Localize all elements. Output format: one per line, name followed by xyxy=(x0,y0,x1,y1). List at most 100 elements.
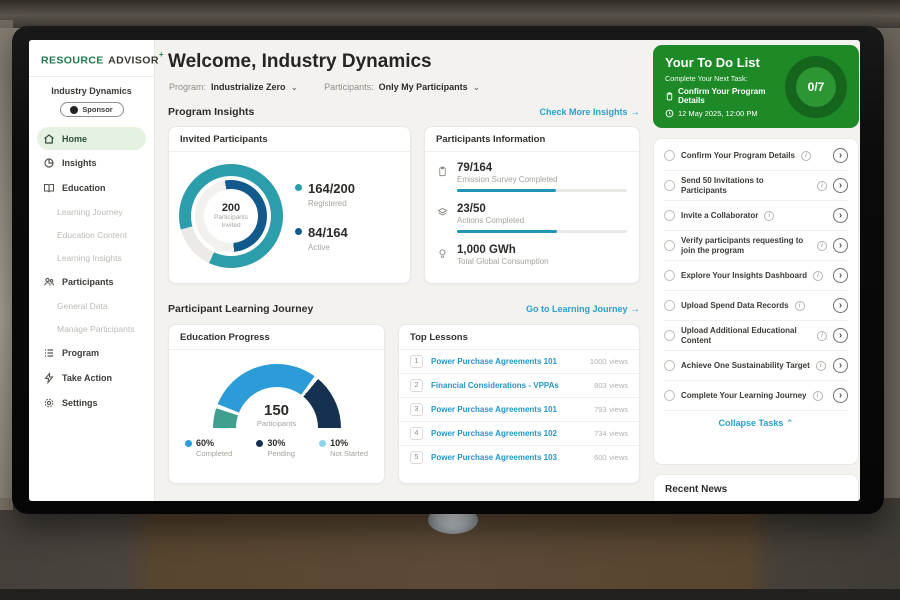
sponsor-badge[interactable]: Sponsor xyxy=(60,102,124,117)
task-checkbox[interactable] xyxy=(664,360,675,371)
chevron-right-icon[interactable]: › xyxy=(833,388,848,403)
task-checkbox[interactable] xyxy=(664,210,675,221)
task-checkbox[interactable] xyxy=(664,180,675,191)
light-dot-icon xyxy=(319,440,326,447)
info-icon[interactable]: i xyxy=(817,181,827,191)
task-label: Upload Spend Data Records xyxy=(681,301,789,311)
task-checkbox[interactable] xyxy=(664,270,675,281)
page-title: Welcome, Industry Dynamics xyxy=(168,51,432,73)
views-label: views xyxy=(609,453,628,462)
legend-item-registered: 164/200 Registered xyxy=(295,180,355,208)
task-checkbox[interactable] xyxy=(664,300,675,311)
lesson-title-link[interactable]: Power Purchase Agreements 102 xyxy=(431,429,586,438)
todo-subtitle: Complete Your Next Task: xyxy=(665,74,785,83)
sidebar-item-learning-insights[interactable]: Learning Insights xyxy=(29,246,154,269)
lesson-title-link[interactable]: Financial Considerations - VPPAs xyxy=(431,381,586,390)
gauge-center-label: Participants xyxy=(213,419,341,428)
chevron-right-icon[interactable]: › xyxy=(833,178,848,193)
lesson-title-link[interactable]: Power Purchase Agreements 101 xyxy=(431,405,586,414)
stat-label: Actions Completed xyxy=(457,216,627,225)
chevron-right-icon[interactable]: › xyxy=(833,208,848,223)
gauge-center-value: 150 xyxy=(213,402,341,419)
sidebar-item-learning-journey[interactable]: Learning Journey xyxy=(29,200,154,223)
task-row[interactable]: Complete Your Learning Journey i › xyxy=(664,381,848,411)
info-icon[interactable]: i xyxy=(816,361,826,371)
education-legend: 60% Completed 30% Pending 10% Not Starte… xyxy=(179,428,374,458)
sidebar-item-participants[interactable]: Participants xyxy=(29,269,154,294)
task-checkbox[interactable] xyxy=(664,240,675,251)
info-icon[interactable]: i xyxy=(817,331,827,341)
chevron-down-icon[interactable]: ⌄ xyxy=(473,84,481,90)
lesson-title-link[interactable]: Power Purchase Agreements 101 xyxy=(431,357,582,366)
participants-filter-label: Participants: xyxy=(324,82,374,92)
legend-label: Active xyxy=(308,243,348,252)
sidebar-item-label: Education Content xyxy=(57,230,127,240)
learning-cards-row: Education Progress 150 Participants xyxy=(168,324,640,484)
lesson-row[interactable]: 4 Power Purchase Agreements 102 734 view… xyxy=(399,421,639,445)
task-row[interactable]: Upload Additional Educational Content i … xyxy=(664,321,848,351)
navy-dot-icon xyxy=(295,228,302,235)
sidebar-item-insights[interactable]: Insights xyxy=(29,150,154,175)
task-checkbox[interactable] xyxy=(664,330,675,341)
chevron-down-icon[interactable]: ⌄ xyxy=(291,84,299,90)
collapse-tasks-link[interactable]: Collapse Tasks ⌃ xyxy=(664,411,848,435)
lesson-row[interactable]: 1 Power Purchase Agreements 101 1000 vie… xyxy=(399,350,639,373)
recent-news-title: Recent News xyxy=(654,475,858,501)
insights-pie-icon xyxy=(43,157,55,169)
chevron-right-icon[interactable]: › xyxy=(833,298,848,313)
task-row[interactable]: Upload Spend Data Records i › xyxy=(664,291,848,321)
check-more-insights-link[interactable]: Check More Insights → xyxy=(539,107,640,118)
recent-news-card: Recent News xyxy=(653,474,859,501)
legend-item-not-started: 10% Not Started xyxy=(319,438,368,458)
info-icon[interactable]: i xyxy=(813,391,823,401)
chevron-right-icon[interactable]: › xyxy=(833,268,848,283)
go-to-learning-journey-link[interactable]: Go to Learning Journey → xyxy=(526,304,640,315)
info-icon[interactable]: i xyxy=(795,301,805,311)
sidebar-item-manage-participants[interactable]: Manage Participants xyxy=(29,317,154,340)
legend-value: 164/200 xyxy=(308,181,355,196)
task-row[interactable]: Confirm Your Program Details i › xyxy=(664,141,848,171)
sidebar-item-education-content[interactable]: Education Content xyxy=(29,223,154,246)
sidebar-item-label: Program xyxy=(62,348,99,358)
sidebar-item-education[interactable]: Education xyxy=(29,175,154,200)
task-checkbox[interactable] xyxy=(664,150,675,161)
clock-icon xyxy=(665,109,674,118)
sidebar-item-home[interactable]: Home xyxy=(37,127,146,150)
sidebar-item-general-data[interactable]: General Data xyxy=(29,294,154,317)
lesson-row[interactable]: 5 Power Purchase Agreements 103 600 view… xyxy=(399,445,639,469)
task-row[interactable]: Invite a Collaborator i › xyxy=(664,201,848,231)
task-checkbox[interactable] xyxy=(664,390,675,401)
chevron-right-icon[interactable]: › xyxy=(833,328,848,343)
list-icon xyxy=(43,347,55,359)
task-label: Achieve One Sustainability Target xyxy=(681,361,810,371)
org-name: Industry Dynamics xyxy=(29,86,154,96)
sidebar-item-settings[interactable]: Settings xyxy=(29,390,154,415)
dashboard-screen: RESOURCE ADVISOR+ Industry Dynamics Spon… xyxy=(29,40,860,501)
chevron-right-icon[interactable]: › xyxy=(833,238,848,253)
sidebar-item-program[interactable]: Program xyxy=(29,340,154,365)
link-label: Check More Insights xyxy=(539,107,627,117)
info-icon[interactable]: i xyxy=(813,271,823,281)
info-icon[interactable]: i xyxy=(764,211,774,221)
sidebar-item-label: Participants xyxy=(62,277,114,287)
program-filter[interactable]: Program: Industrialize Zero ⌄ xyxy=(169,82,298,92)
lesson-title-link[interactable]: Power Purchase Agreements 103 xyxy=(431,453,586,462)
task-row[interactable]: Achieve One Sustainability Target i › xyxy=(664,351,848,381)
todo-hero-card: Your To Do List Complete Your Next Task:… xyxy=(653,45,859,128)
task-label: Invite a Collaborator xyxy=(681,211,758,221)
task-row[interactable]: Verify participants requesting to join t… xyxy=(664,231,848,261)
task-row[interactable]: Send 50 Invitations to Participants i › xyxy=(664,171,848,201)
sidebar-item-label: General Data xyxy=(57,301,108,311)
participants-filter[interactable]: Participants: Only My Participants ⌄ xyxy=(324,82,480,92)
chevron-right-icon[interactable]: › xyxy=(833,148,848,163)
task-row[interactable]: Explore Your Insights Dashboard i › xyxy=(664,261,848,291)
info-icon[interactable]: i xyxy=(817,241,827,251)
sidebar-item-take-action[interactable]: Take Action xyxy=(29,365,154,390)
brand-logo[interactable]: RESOURCE ADVISOR+ xyxy=(29,40,154,77)
lesson-row[interactable]: 2 Financial Considerations - VPPAs 803 v… xyxy=(399,373,639,397)
lesson-row[interactable]: 3 Power Purchase Agreements 101 793 view… xyxy=(399,397,639,421)
task-label: Confirm Your Program Details xyxy=(681,151,795,161)
chevron-right-icon[interactable]: › xyxy=(833,358,848,373)
main-content: Welcome, Industry Dynamics Program: Indu… xyxy=(155,40,647,501)
info-icon[interactable]: i xyxy=(801,151,811,161)
